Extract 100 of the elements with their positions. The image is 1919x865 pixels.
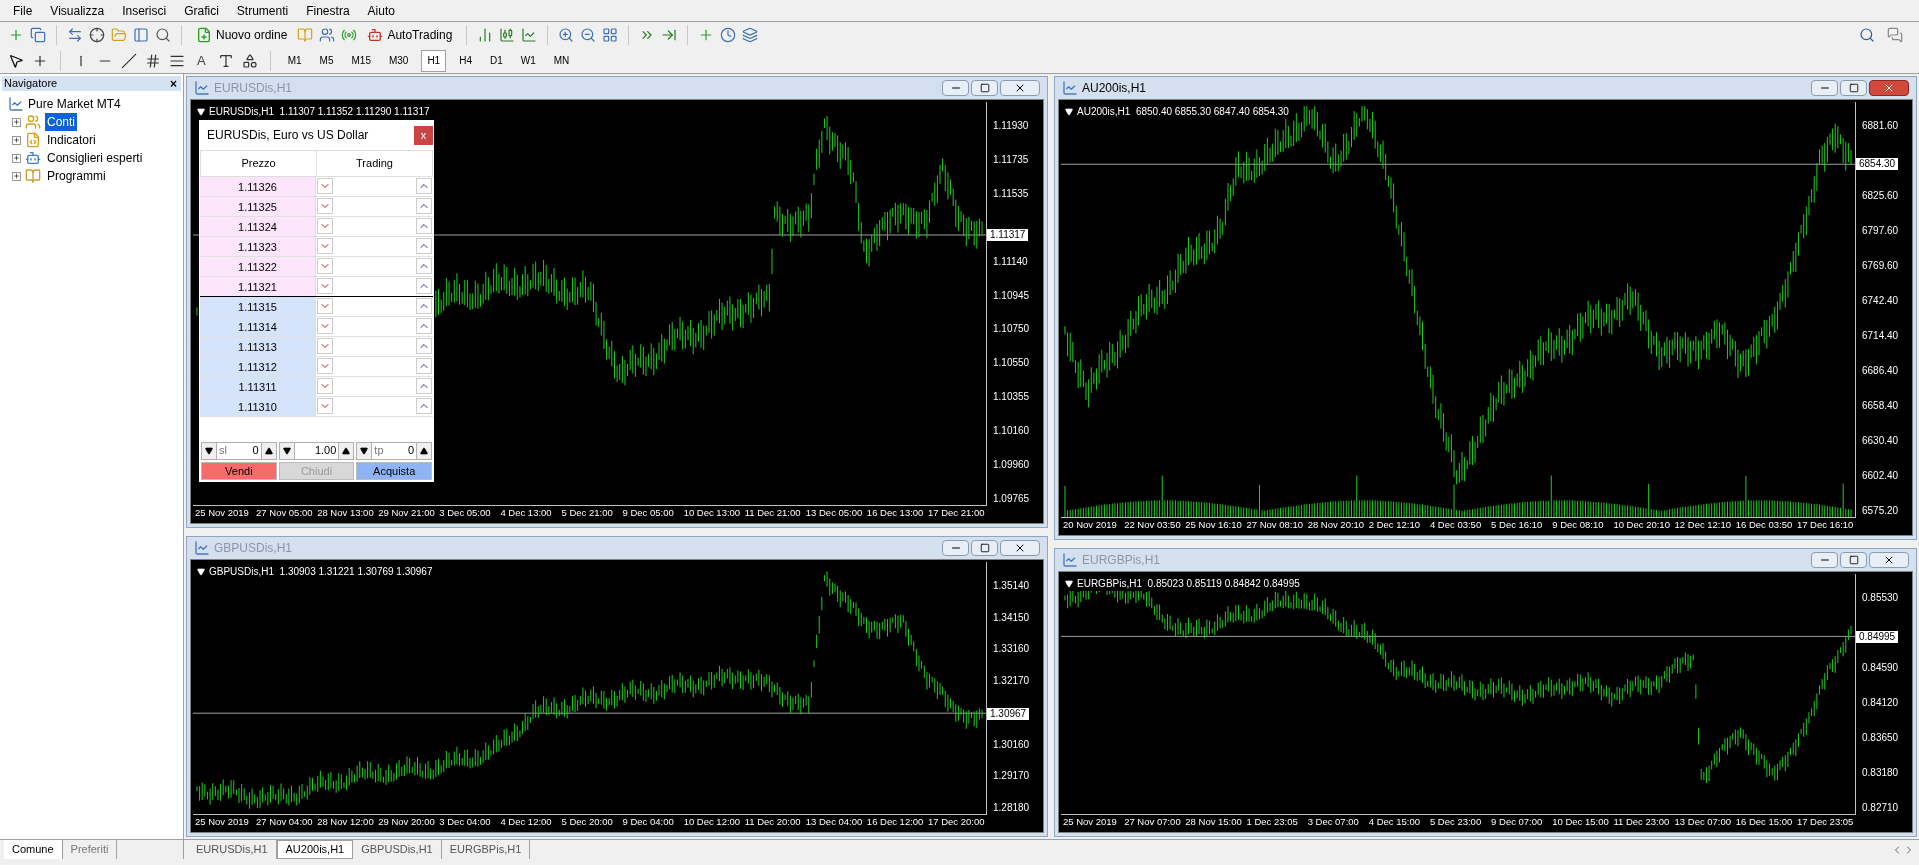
timeframe-button[interactable]: D1 bbox=[485, 49, 508, 72]
timeframe-button[interactable]: MN bbox=[548, 49, 575, 72]
tree-item[interactable]: Consiglieri esperti bbox=[45, 149, 145, 167]
sell-chevron-button[interactable] bbox=[317, 398, 333, 414]
buy-chevron-button[interactable] bbox=[416, 258, 432, 274]
cursor-icon[interactable] bbox=[8, 52, 24, 69]
buy-chevron-button[interactable] bbox=[416, 278, 432, 294]
buy-chevron-button[interactable] bbox=[416, 218, 432, 234]
search-icon[interactable] bbox=[1859, 27, 1875, 43]
timeframe-button[interactable]: H1 bbox=[421, 49, 447, 72]
sell-chevron-button[interactable] bbox=[317, 378, 333, 394]
timeframe-button[interactable]: M5 bbox=[314, 49, 339, 72]
zoom-in-icon[interactable] bbox=[558, 27, 575, 43]
people-icon[interactable] bbox=[319, 27, 336, 43]
chart-window-icon bbox=[1062, 80, 1078, 96]
sell-chevron-button[interactable] bbox=[317, 318, 333, 334]
sell-chevron-button[interactable] bbox=[317, 338, 333, 354]
new-chart-icon[interactable] bbox=[8, 27, 24, 43]
buy-chevron-button[interactable] bbox=[416, 378, 432, 394]
trendline-icon[interactable] bbox=[121, 52, 137, 69]
buy-chevron-button[interactable] bbox=[416, 238, 432, 254]
minimize-button[interactable] bbox=[1811, 80, 1838, 96]
buy-chevron-button[interactable] bbox=[416, 298, 432, 314]
sell-chevron-button[interactable] bbox=[317, 238, 333, 254]
sell-chevron-button[interactable] bbox=[317, 178, 333, 194]
tree-item[interactable]: Conti bbox=[45, 113, 77, 131]
buy-chevron-button[interactable] bbox=[416, 178, 432, 194]
signal-icon[interactable] bbox=[341, 27, 358, 43]
folder-icon[interactable] bbox=[111, 27, 127, 43]
column-header: Trading bbox=[355, 156, 394, 171]
autotrading-button[interactable]: AutoTrading bbox=[363, 26, 457, 44]
minimize-button[interactable] bbox=[942, 80, 969, 96]
menu-item[interactable]: Inserisci bbox=[113, 1, 176, 20]
expand-icon[interactable] bbox=[12, 135, 21, 145]
menu-item[interactable]: File bbox=[4, 1, 42, 20]
minimize-button[interactable] bbox=[1811, 552, 1838, 568]
buy-chevron-button[interactable] bbox=[416, 398, 432, 414]
maximize-button[interactable] bbox=[971, 80, 998, 96]
dropdown-triangle-icon[interactable] bbox=[197, 107, 205, 116]
trade-button[interactable]: Vendi bbox=[201, 461, 277, 480]
tree-root[interactable]: Pure Market MT4 bbox=[28, 95, 121, 113]
tree-item[interactable]: Programmi bbox=[45, 167, 108, 185]
menu-item[interactable]: Aiuto bbox=[358, 1, 404, 20]
templates-icon[interactable] bbox=[742, 27, 759, 43]
timeframe-button[interactable]: M30 bbox=[383, 49, 414, 72]
expand-icon[interactable] bbox=[12, 171, 21, 181]
menu-item[interactable]: Grafici bbox=[175, 1, 228, 20]
search-icon[interactable] bbox=[155, 27, 171, 43]
tile-windows-icon[interactable] bbox=[602, 27, 619, 43]
minimize-button[interactable] bbox=[942, 540, 969, 556]
take-profit-field[interactable]: tp 0 bbox=[371, 442, 417, 459]
sell-chevron-button[interactable] bbox=[317, 278, 333, 294]
sell-chevron-button[interactable] bbox=[317, 298, 333, 314]
sell-chevron-button[interactable] bbox=[317, 198, 333, 214]
timeframe-button[interactable]: W1 bbox=[515, 49, 541, 72]
periods-icon[interactable] bbox=[720, 27, 737, 43]
close-button[interactable]: × bbox=[166, 74, 181, 93]
window-title: EURGBPis,H1 bbox=[1082, 552, 1161, 569]
text-label-icon[interactable] bbox=[217, 52, 234, 69]
dropdown-triangle-icon[interactable] bbox=[197, 567, 205, 576]
timeframe-button[interactable]: M15 bbox=[346, 49, 376, 72]
maximize-button[interactable] bbox=[971, 540, 998, 556]
maximize-button[interactable] bbox=[1840, 80, 1867, 96]
sell-chevron-button[interactable] bbox=[317, 358, 333, 374]
dropdown-triangle-icon[interactable] bbox=[1065, 107, 1073, 116]
tree-item[interactable]: Indicatori bbox=[45, 131, 98, 149]
text-tool[interactable]: A bbox=[193, 50, 210, 71]
chat-icon[interactable] bbox=[1887, 27, 1903, 43]
line-chart-icon[interactable] bbox=[521, 27, 538, 43]
maximize-button[interactable] bbox=[1840, 552, 1867, 568]
crosshair-icon[interactable] bbox=[89, 27, 105, 43]
panel-icon[interactable] bbox=[133, 27, 149, 43]
timeframe-button[interactable]: M1 bbox=[282, 49, 307, 72]
chart-tab[interactable]: AU200is,H1 bbox=[276, 840, 354, 859]
expand-icon[interactable] bbox=[12, 117, 21, 127]
close-button[interactable] bbox=[1869, 80, 1909, 96]
zoom-out-icon[interactable] bbox=[580, 27, 597, 43]
stop-loss-field[interactable]: sl 0 bbox=[216, 442, 262, 459]
book-icon[interactable] bbox=[297, 27, 314, 43]
buy-chevron-button[interactable] bbox=[416, 318, 432, 334]
dropdown-triangle-icon[interactable] bbox=[1065, 579, 1073, 588]
sell-chevron-button[interactable] bbox=[317, 218, 333, 234]
candlestick-icon[interactable] bbox=[499, 27, 516, 43]
close-button[interactable]: x bbox=[414, 125, 433, 145]
volume-field[interactable]: 1.00 bbox=[293, 442, 340, 459]
buy-chevron-button[interactable] bbox=[416, 358, 432, 374]
new-order-button[interactable]: Nuovo ordine bbox=[192, 26, 292, 44]
menu-item[interactable]: Visualizza bbox=[41, 1, 114, 20]
menu-item[interactable]: Strumenti bbox=[227, 1, 298, 20]
channel-icon[interactable] bbox=[145, 52, 161, 69]
buy-chevron-button[interactable] bbox=[416, 338, 432, 354]
autoscroll-icon[interactable] bbox=[661, 27, 678, 43]
buy-chevron-button[interactable] bbox=[416, 198, 432, 214]
sell-chevron-button[interactable] bbox=[317, 258, 333, 274]
timeframe-button[interactable]: H4 bbox=[454, 49, 477, 72]
expand-icon[interactable] bbox=[12, 153, 21, 163]
trade-button[interactable]: Acquista bbox=[356, 461, 432, 480]
navigator-tab[interactable]: Comune bbox=[4, 840, 63, 859]
menu-item[interactable]: Finestra bbox=[297, 1, 359, 20]
price-axis-label: 6881.60 bbox=[1861, 120, 1900, 131]
